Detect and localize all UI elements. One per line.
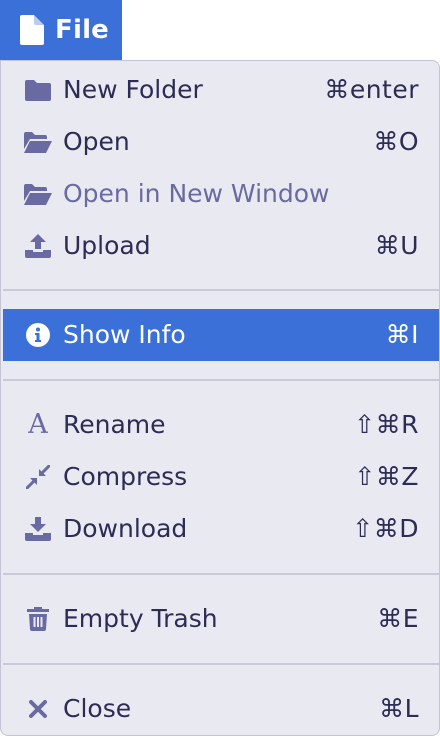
font-icon-glyph: A [28, 409, 48, 440]
info-icon [23, 322, 53, 348]
menu-item-label: Rename [63, 410, 166, 439]
menu-item-close[interactable]: Close ⌘L [3, 683, 439, 735]
menu-item-label: Open [63, 127, 130, 156]
menu-item-open-in-new-window[interactable]: Open in New Window [3, 168, 439, 220]
menu-item-upload[interactable]: Upload ⌘U [3, 220, 439, 272]
menu-item-shortcut: ⇧⌘R [354, 410, 419, 439]
file-dropdown-menu: New Folder ⌘enter Open ⌘O Open in New Wi… [0, 60, 440, 736]
menu-item-label: Download [63, 514, 188, 543]
menu-item-shortcut: ⇧⌘D [352, 514, 419, 543]
compress-icon [23, 464, 53, 490]
menu-item-compress[interactable]: Compress ⇧⌘Z [3, 451, 439, 503]
menu-item-label: Open in New Window [63, 179, 330, 208]
menu-item-label: New Folder [63, 75, 203, 104]
folder-open-icon [23, 181, 53, 207]
menu-item-shortcut: ⌘L [379, 694, 419, 723]
menu-separator [3, 663, 439, 665]
trash-icon [23, 606, 53, 632]
menu-item-shortcut: ⇧⌘Z [354, 462, 419, 491]
file-menu-button[interactable]: File [0, 0, 122, 60]
menu-item-label: Empty Trash [63, 604, 218, 633]
menu-item-shortcut: ⌘I [385, 320, 419, 349]
menu-item-rename[interactable]: A Rename ⇧⌘R [3, 399, 439, 451]
file-menu-label: File [55, 15, 110, 45]
menu-item-label: Compress [63, 462, 188, 491]
folder-icon [23, 77, 53, 103]
menu-item-shortcut: ⌘E [377, 604, 419, 633]
menu-separator [3, 289, 439, 291]
folder-open-icon [23, 129, 53, 155]
menu-separator [3, 573, 439, 575]
menu-item-empty-trash[interactable]: Empty Trash ⌘E [3, 593, 439, 645]
menu-item-shortcut: ⌘O [373, 127, 419, 156]
menu-item-new-folder[interactable]: New Folder ⌘enter [3, 64, 439, 116]
menu-item-label: Close [63, 694, 132, 723]
upload-icon [23, 233, 53, 259]
menu-item-label: Show Info [63, 320, 186, 349]
menu-item-shortcut: ⌘enter [324, 75, 419, 104]
menu-item-show-info[interactable]: Show Info ⌘I [3, 309, 439, 361]
file-icon [20, 15, 44, 45]
menu-item-label: Upload [63, 231, 151, 260]
menu-item-open[interactable]: Open ⌘O [3, 116, 439, 168]
font-icon: A [23, 409, 53, 440]
menu-item-shortcut: ⌘U [374, 231, 419, 260]
menu-item-download[interactable]: Download ⇧⌘D [3, 503, 439, 555]
close-icon [23, 696, 53, 722]
menu-separator [3, 379, 439, 381]
download-icon [23, 516, 53, 542]
